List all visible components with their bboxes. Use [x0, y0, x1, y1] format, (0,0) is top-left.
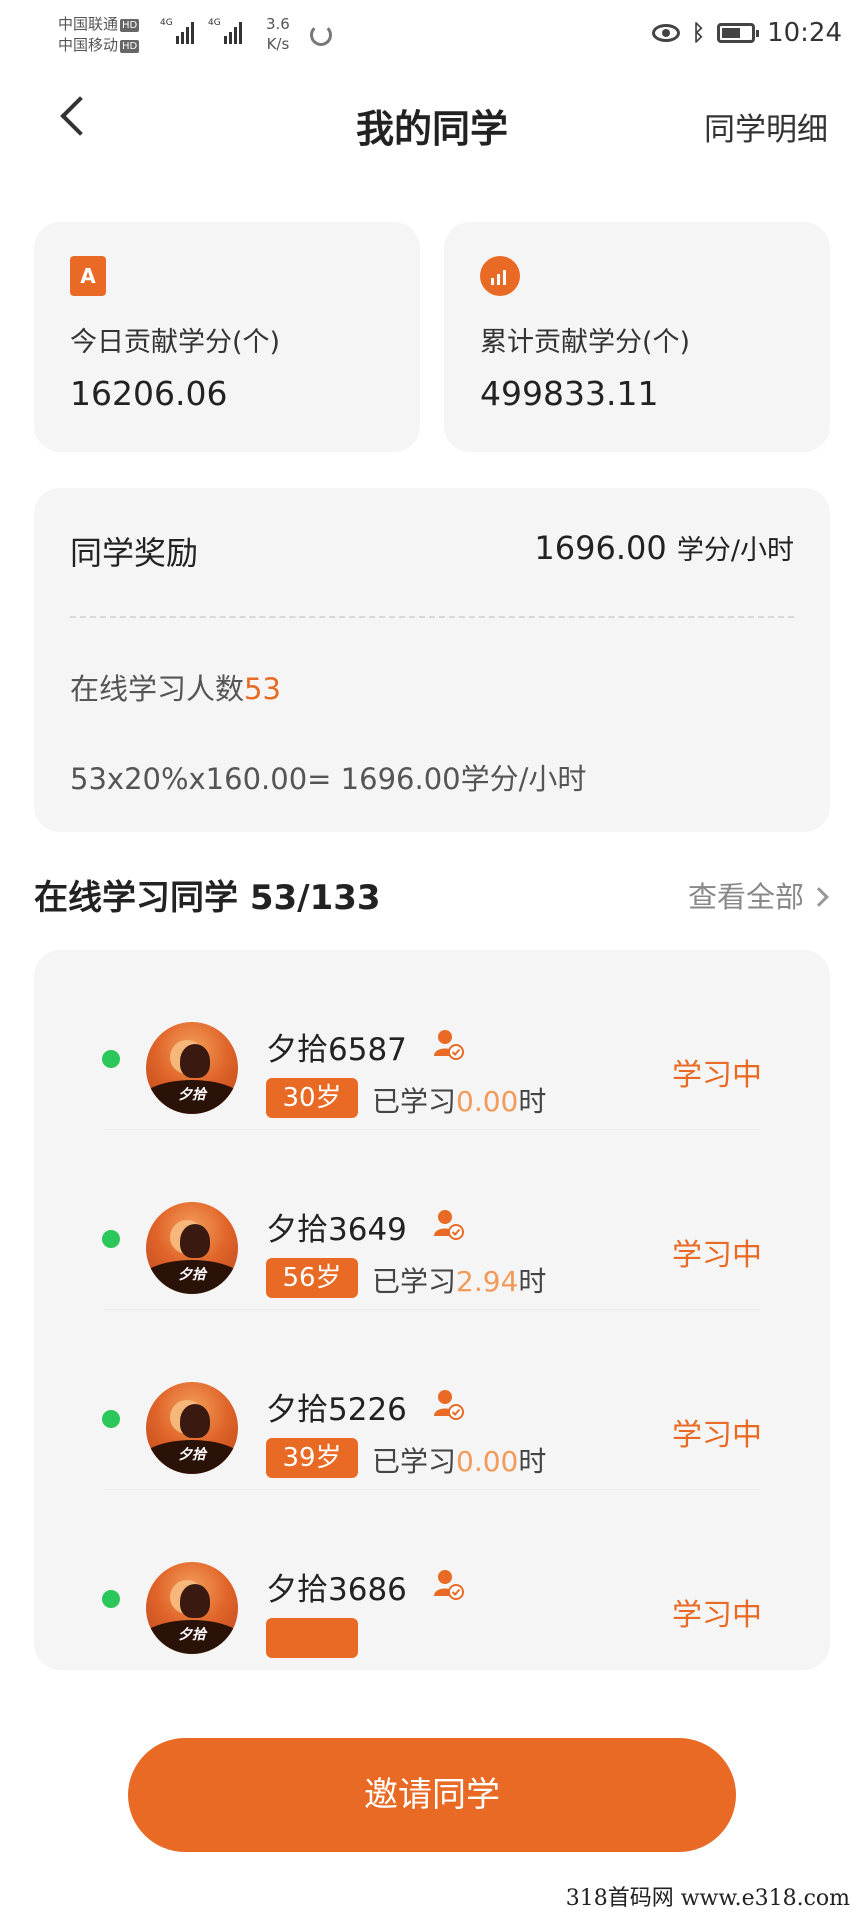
bar-chart-icon [480, 256, 520, 296]
study-status: 学习中 [672, 1418, 762, 1453]
classmate-list: 夕拾 夕拾6587 30岁 已学习0.00时 学习中 夕拾 夕拾3649 56岁… [34, 950, 830, 1670]
total-credit-card: 累计贡献学分(个) 499833.11 [444, 222, 830, 452]
online-dot [102, 1590, 120, 1608]
dashed-divider [70, 616, 794, 618]
online-count: 在线学习人数53 [70, 666, 281, 708]
classmate-name: 夕拾3649 [266, 1212, 407, 1248]
online-dot [102, 1230, 120, 1248]
carrier-info: 中国联通 HD 中国移动 HD [58, 14, 140, 56]
avatar: 夕拾 [146, 1562, 238, 1654]
signal-icons: 4G 4G [160, 18, 248, 44]
online-count-number: 53 [244, 672, 281, 706]
today-credit-card: A 今日贡献学分(个) 16206.06 [34, 222, 420, 452]
age-badge: 39岁 [266, 1438, 358, 1478]
age-badge [266, 1618, 358, 1658]
today-credit-value: 16206.06 [70, 374, 228, 413]
avatar: 夕拾 [146, 1382, 238, 1474]
verified-user-icon [434, 1570, 464, 1600]
signal-icon: 4G [160, 18, 200, 44]
classmate-reward-card: 同学奖励 1696.00 学分/小时 在线学习人数53 53x20%x160.0… [34, 488, 830, 832]
signal-icon: 4G [208, 18, 248, 44]
studied-hours: 已学习2.94时 [372, 1265, 547, 1298]
bluetooth-icon: ᛒ [691, 20, 706, 46]
hd-badge: HD [120, 19, 140, 32]
watermark: 318首码网 www.e318.com [565, 1886, 850, 1911]
nav-bar: 我的同学 同学明细 [0, 80, 864, 160]
reward-rate: 1696.00 学分/小时 [534, 528, 794, 567]
reward-rate-value: 1696.00 [534, 529, 667, 567]
battery-icon [717, 23, 760, 43]
today-credit-label: 今日贡献学分(个) [70, 327, 281, 358]
view-all-label: 查看全部 [687, 880, 804, 914]
classmate-name: 夕拾3686 [266, 1572, 407, 1608]
total-credit-label: 累计贡献学分(个) [480, 327, 691, 358]
clock: 10:24 [767, 18, 842, 48]
chevron-right-icon [809, 887, 829, 907]
study-status: 学习中 [672, 1058, 762, 1093]
verified-user-icon [434, 1210, 464, 1240]
online-section-title: 在线学习同学 53/133 [34, 878, 381, 918]
avatar: 夕拾 [146, 1202, 238, 1294]
online-count-label: 在线学习人数 [70, 672, 245, 706]
hd-badge: HD [120, 40, 140, 53]
list-item[interactable]: 夕拾 夕拾6587 30岁 已学习0.00时 学习中 [34, 950, 830, 1130]
list-item[interactable]: 夕拾 夕拾3686 学习中 [34, 1490, 830, 1670]
status-bar: 中国联通 HD 中国移动 HD 4G 4G 3.6 K/s ᛒ 10:24 [0, 0, 864, 70]
credit-a-icon: A [70, 256, 106, 296]
reward-title: 同学奖励 [70, 534, 199, 572]
network-speed: 3.6 K/s [266, 15, 290, 53]
avatar: 夕拾 [146, 1022, 238, 1114]
total-credit-value: 499833.11 [480, 374, 659, 413]
reward-rate-unit: 学分/小时 [676, 535, 794, 566]
verified-user-icon [434, 1030, 464, 1060]
classmate-name: 夕拾6587 [266, 1032, 407, 1068]
studied-hours: 已学习0.00时 [372, 1445, 547, 1478]
age-badge: 30岁 [266, 1078, 358, 1118]
invite-classmate-button[interactable]: 邀请同学 [128, 1738, 736, 1852]
sync-icon [310, 24, 332, 46]
list-item[interactable]: 夕拾 夕拾5226 39岁 已学习0.00时 学习中 [34, 1310, 830, 1490]
view-all-link[interactable]: 查看全部 [687, 874, 829, 916]
list-item[interactable]: 夕拾 夕拾3649 56岁 已学习2.94时 学习中 [34, 1130, 830, 1310]
classmate-detail-link[interactable]: 同学明细 [704, 104, 828, 149]
study-status: 学习中 [672, 1598, 762, 1633]
eye-icon [651, 24, 680, 42]
age-badge: 56岁 [266, 1258, 358, 1298]
online-dot [102, 1050, 120, 1068]
status-right: ᛒ 10:24 [651, 18, 842, 48]
carrier-2: 中国移动 [58, 36, 119, 54]
reward-formula: 53x20%x160.00= 1696.00学分/小时 [70, 762, 587, 796]
verified-user-icon [434, 1390, 464, 1420]
classmate-name: 夕拾5226 [266, 1392, 407, 1428]
study-status: 学习中 [672, 1238, 762, 1273]
carrier-1: 中国联通 [58, 15, 119, 33]
studied-hours: 已学习0.00时 [372, 1085, 547, 1118]
online-dot [102, 1410, 120, 1428]
